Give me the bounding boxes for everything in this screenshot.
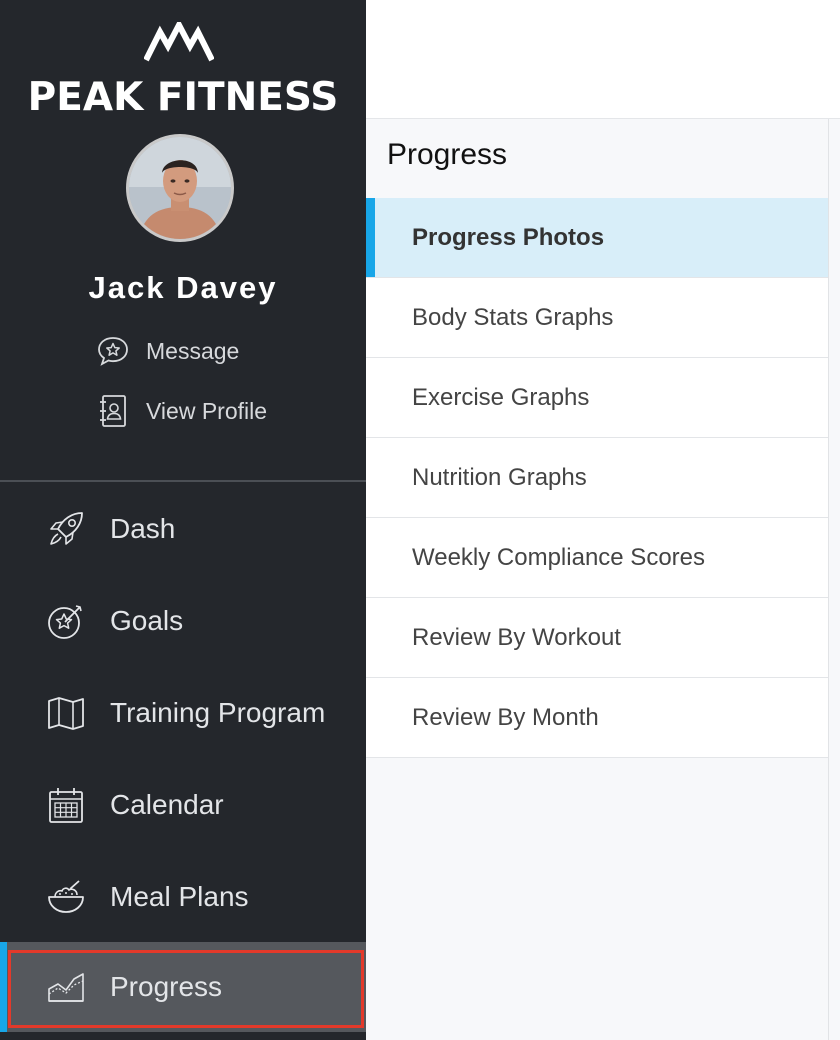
sidebar-item-dash[interactable]: Dash (0, 487, 366, 571)
sidebar-item-progress[interactable]: Progress (0, 942, 366, 1032)
sidebar-item-label: Dash (110, 513, 176, 544)
sidebar-item-training-program[interactable]: Training Program (0, 671, 366, 755)
brand-logo[interactable]: PEAK FITNESS (0, 18, 366, 120)
sidebar-item-label: Goals (110, 605, 184, 636)
sidebar-item-calendar[interactable]: Calendar (0, 763, 366, 847)
message-star-icon (96, 334, 130, 368)
submenu-item-label: Review By Workout (412, 623, 621, 651)
sidebar-item-goals[interactable]: Goals (0, 579, 366, 663)
sidebar-item-label: Meal Plans (110, 881, 249, 912)
sidebar: PEAK FITNESS Jack Davey Message View Pro… (0, 0, 366, 1040)
submenu-item-body-stats-graphs[interactable]: Body Stats Graphs (366, 278, 828, 358)
chart-icon (46, 967, 86, 1007)
submenu-item-label: Nutrition Graphs (412, 463, 587, 491)
submenu-item-label: Exercise Graphs (412, 383, 590, 411)
active-indicator (366, 198, 375, 277)
contact-card-icon (96, 394, 130, 428)
submenu-item-progress-photos[interactable]: Progress Photos (366, 198, 828, 278)
submenu-item-label: Body Stats Graphs (412, 303, 614, 331)
avatar[interactable] (126, 134, 234, 242)
mountain-logo-icon (144, 22, 214, 62)
submenu-item-nutrition-graphs[interactable]: Nutrition Graphs (366, 438, 828, 518)
map-icon (46, 693, 86, 733)
sidebar-item-label: Training Program (110, 697, 326, 728)
panel-border (828, 119, 829, 1040)
active-indicator (0, 942, 7, 1032)
rocket-icon (46, 509, 86, 549)
submenu-item-label: Review By Month (412, 703, 599, 731)
submenu-title: Progress (387, 138, 508, 171)
message-label: Message (146, 337, 240, 364)
calendar-icon (46, 785, 86, 825)
brand-name: PEAK FITNESS (27, 75, 339, 120)
submenu-item-review-by-month[interactable]: Review By Month (366, 678, 828, 758)
bowl-icon (46, 877, 86, 917)
submenu-item-label: Progress Photos (412, 223, 605, 251)
sidebar-item-label: Calendar (110, 789, 224, 820)
sidebar-divider (0, 480, 366, 482)
submenu-item-review-by-workout[interactable]: Review By Workout (366, 598, 828, 678)
sidebar-item-meal-plans[interactable]: Meal Plans (0, 855, 366, 939)
top-bar (366, 0, 840, 119)
submenu-item-exercise-graphs[interactable]: Exercise Graphs (366, 358, 828, 438)
user-name: Jack Davey (88, 270, 278, 305)
view-profile-link[interactable]: View Profile (96, 393, 267, 429)
sidebar-item-label: Progress (110, 971, 223, 1002)
submenu-item-label: Weekly Compliance Scores (412, 543, 706, 571)
avatar-photo (129, 137, 231, 239)
view-profile-label: View Profile (146, 397, 268, 424)
target-dart-icon (46, 601, 86, 641)
message-link[interactable]: Message (96, 333, 239, 369)
submenu-item-weekly-compliance-scores[interactable]: Weekly Compliance Scores (366, 518, 828, 598)
